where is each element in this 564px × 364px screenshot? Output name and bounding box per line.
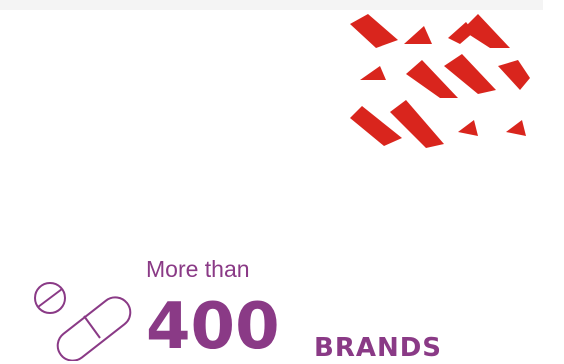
pattern-shape-10 [390, 100, 444, 148]
pattern-shape-7 [444, 54, 496, 94]
pattern-shape-8 [498, 60, 530, 90]
pattern-shape-1 [350, 14, 398, 48]
stat-value: 400 [146, 290, 280, 364]
red-triangle-pattern [350, 14, 530, 148]
stat-lead-text: More than [146, 256, 250, 282]
pattern-shape-11 [458, 120, 478, 136]
pattern-shape-4 [462, 14, 510, 48]
pattern-shape-12 [506, 120, 526, 136]
top-band [0, 0, 543, 10]
pattern-shape-5 [360, 66, 386, 80]
pattern-shape-2 [404, 26, 432, 44]
pill-capsule-icon [34, 282, 132, 361]
stat-unit: BRANDS [314, 333, 443, 363]
